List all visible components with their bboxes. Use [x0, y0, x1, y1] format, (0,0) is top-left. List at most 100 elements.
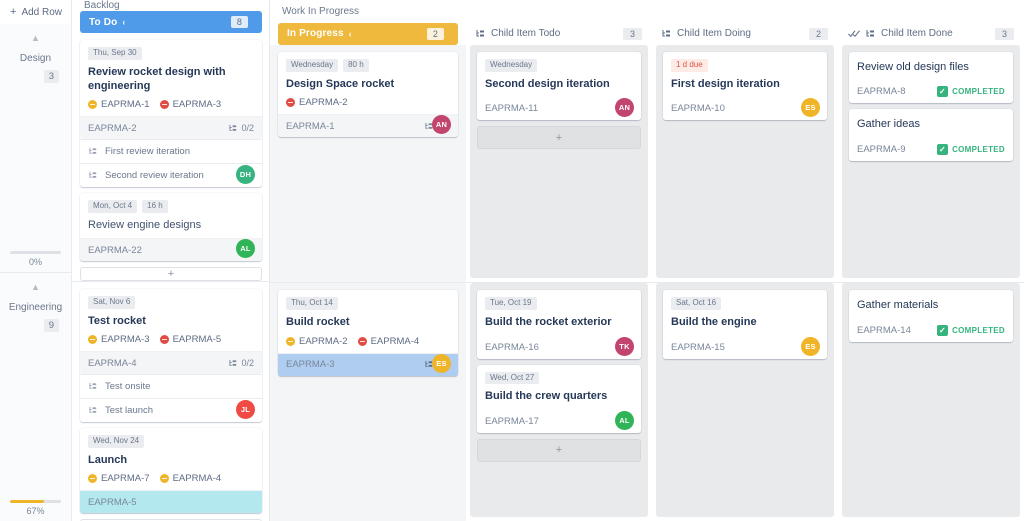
card-design-space-rocket[interactable]: Wednesday 80 h Design Space rocket EAPRM…	[278, 51, 458, 138]
card-key: EAPRMA-14	[857, 324, 911, 336]
label-item[interactable]: EAPRMA-1	[88, 99, 150, 110]
subtask-icon	[89, 382, 98, 391]
card-build-crew-quarters[interactable]: Wed, Oct 27 Build the crew quarters EAPR…	[477, 364, 641, 433]
cards-child-item-done-engineering: Gather materials EAPRMA-14 ✓ COMPLETED	[842, 283, 1020, 517]
card-key: EAPRMA-10	[671, 103, 725, 115]
subtask-row[interactable]: Second review iteration	[80, 163, 262, 188]
avatar[interactable]: AL	[236, 239, 255, 259]
label-text: EAPRMA-4	[172, 473, 222, 485]
swimlane-header-design[interactable]: ▲ Design 3 0%	[0, 24, 71, 273]
card-title: Build rocket	[286, 316, 350, 329]
avatar[interactable]: ES	[801, 98, 820, 118]
chevron-left-icon[interactable]: ‹	[122, 17, 125, 27]
label-item[interactable]: EAPRMA-2	[286, 97, 348, 108]
label-item[interactable]: EAPRMA-4	[159, 473, 222, 485]
label-dot-icon	[159, 100, 169, 110]
date-chip: Wednesday	[286, 58, 339, 72]
column-to-do: To Do ‹ 8	[72, 11, 270, 33]
card-footer: EAPRMA-15 ES	[663, 335, 827, 359]
label-item[interactable]: EAPRMA-2	[286, 336, 348, 347]
avatar[interactable]: ES	[432, 353, 451, 373]
group-work-in-progress: Work In Progress In Progress ‹ 2 Child I…	[270, 0, 1024, 521]
card-labels: EAPRMA-7 EAPRMA-4	[80, 473, 262, 490]
subtask-icon	[662, 29, 672, 39]
label-text: EAPRMA-2	[299, 335, 348, 347]
label-item[interactable]: EAPRMA-3	[159, 99, 221, 110]
add-row-button[interactable]: + Add Row	[0, 0, 71, 24]
wip-column-headers: In Progress ‹ 2 Child Item Todo 3 Child …	[270, 22, 1024, 45]
swimlane-body-design-wip: Wednesday 80 h Design Space rocket EAPRM…	[270, 44, 1024, 284]
card-key: EAPRMA-3	[286, 359, 335, 371]
due-chip: 1 d due	[671, 58, 708, 72]
card-review-rocket-design[interactable]: Thu, Sep 30 Review rocket design with en…	[80, 40, 262, 188]
add-card-button[interactable]: +	[477, 438, 641, 462]
subtask-row[interactable]: Test onsite	[80, 374, 262, 399]
column-header-to-do[interactable]: To Do ‹ 8	[80, 11, 262, 33]
card-title: Review engine designs	[88, 219, 202, 232]
label-item[interactable]: EAPRMA-4	[357, 335, 420, 347]
label-item[interactable]: EAPRMA-5	[159, 334, 221, 345]
card-review-old-design-files[interactable]: Review old design files EAPRMA-8 ✓ COMPL…	[849, 51, 1013, 104]
subtask-count-text: 0/2	[241, 123, 254, 134]
status-badge: ✓ COMPLETED	[937, 86, 1005, 98]
subtask-row[interactable]: First review iteration	[80, 139, 262, 164]
column-count: 8	[230, 16, 248, 28]
label-text: EAPRMA-2	[299, 97, 348, 109]
add-card-button[interactable]: +	[477, 126, 641, 150]
card-launch[interactable]: Wed, Nov 24 Launch EAPRMA-7 EAPRMA-4 EAP…	[80, 428, 262, 514]
avatar[interactable]: ES	[801, 336, 820, 356]
double-check-icon	[848, 29, 861, 38]
card-review-engine-designs[interactable]: Mon, Oct 4 16 h Review engine designs EA…	[80, 193, 262, 262]
group-title-wip: Work In Progress	[270, 0, 1024, 23]
subtask-count-text: 0/2	[241, 358, 254, 369]
label-item[interactable]: EAPRMA-3	[88, 334, 150, 345]
chevron-up-icon[interactable]: ▲	[31, 34, 40, 43]
avatar[interactable]: AN	[615, 98, 634, 118]
column-header-child-item-done[interactable]: Child Item Done 3	[838, 23, 1024, 45]
column-header-child-item-todo[interactable]: Child Item Todo 3	[466, 23, 652, 45]
chevron-up-icon[interactable]: ▲	[31, 283, 40, 292]
column-header-in-progress[interactable]: In Progress ‹ 2	[278, 22, 458, 45]
avatar[interactable]: AN	[432, 115, 451, 135]
date-chip: Thu, Sep 30	[88, 47, 142, 60]
card-title: Launch	[88, 453, 128, 466]
column-count: 3	[994, 27, 1014, 40]
swimlane-body-engineering-wip: Thu, Oct 14 Build rocket EAPRMA-2 EAPRMA…	[270, 283, 1024, 521]
card-chips: Wednesday 80 h	[286, 58, 450, 72]
label-dot-icon	[357, 336, 367, 346]
status-text: COMPLETED	[952, 144, 1005, 154]
cards-in-progress-design: Wednesday 80 h Design Space rocket EAPRM…	[270, 44, 466, 283]
chevron-left-icon[interactable]: ‹	[349, 29, 352, 39]
card-title: Build the crew quarters	[485, 390, 608, 403]
card-title: Review rocket design with engineering	[88, 65, 226, 93]
swimlane-percent: 67%	[26, 506, 45, 516]
subtask-row[interactable]: Test launch	[80, 398, 262, 423]
avatar[interactable]: JL	[236, 400, 255, 420]
card-build-engine[interactable]: Sat, Oct 16 Build the engine EAPRMA-15 E…	[663, 290, 827, 359]
card-chips: Wednesday	[485, 58, 633, 72]
board-groups: Backlog To Do ‹ 8 Thu, Sep 30 Review roc…	[72, 0, 1024, 521]
card-footer: EAPRMA-14 ✓ COMPLETED	[849, 318, 1013, 342]
card-build-rocket-exterior[interactable]: Tue, Oct 19 Build the rocket exterior EA…	[477, 290, 641, 359]
swimlane-name: Design	[19, 53, 52, 64]
swimlane-header-engineering[interactable]: ▲ Engineering 9 67%	[0, 273, 71, 521]
card-chips: Tue, Oct 19	[485, 297, 633, 311]
card-gather-ideas[interactable]: Gather ideas EAPRMA-9 ✓ COMPLETED	[849, 109, 1013, 161]
card-key: EAPRMA-16	[485, 341, 539, 353]
card-first-design-iteration[interactable]: 1 d due First design iteration EAPRMA-10…	[663, 51, 827, 121]
swimlane-progress-design: 0%	[0, 251, 71, 272]
label-text: EAPRMA-4	[370, 335, 420, 347]
card-gather-materials[interactable]: Gather materials EAPRMA-14 ✓ COMPLETED	[849, 290, 1013, 342]
label-item[interactable]: EAPRMA-7	[88, 473, 150, 484]
subtask-icon	[229, 359, 238, 368]
card-second-design-iteration[interactable]: Wednesday Second design iteration EAPRMA…	[477, 51, 641, 121]
add-card-button[interactable]: +	[80, 267, 262, 282]
card-footer-selected: EAPRMA-3 1/4 ES	[278, 352, 458, 376]
card-title: Test rocket	[88, 314, 146, 327]
avatar[interactable]: TK	[615, 336, 634, 356]
cards-child-item-todo-design: Wednesday Second design iteration EAPRMA…	[470, 44, 648, 279]
avatar[interactable]: AL	[615, 410, 634, 430]
card-test-rocket[interactable]: Sat, Nov 6 Test rocket EAPRMA-3 EAPRMA-5…	[80, 289, 262, 423]
column-header-child-item-doing[interactable]: Child Item Doing 2	[652, 23, 838, 45]
card-build-rocket[interactable]: Thu, Oct 14 Build rocket EAPRMA-2 EAPRMA…	[278, 290, 458, 376]
